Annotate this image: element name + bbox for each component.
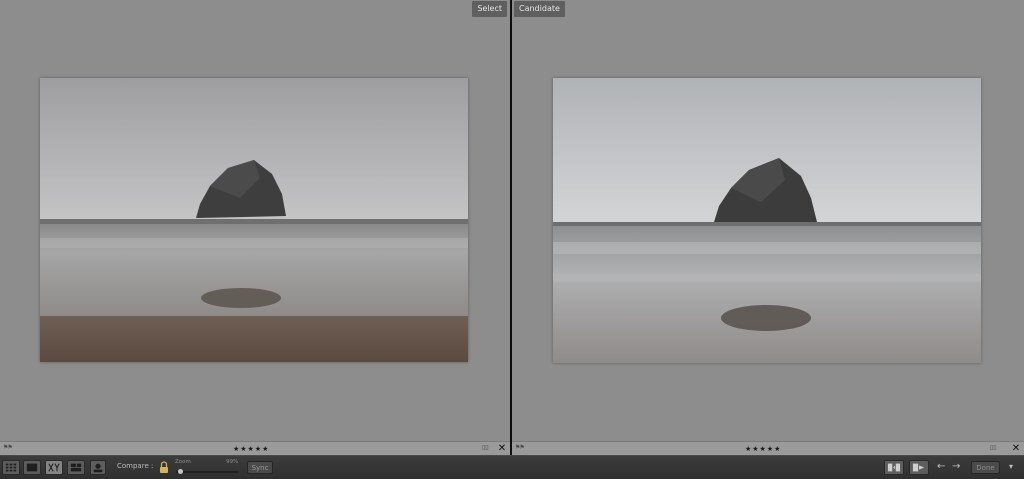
loupe-view-icon[interactable]: [23, 460, 41, 475]
candidate-label: Candidate: [514, 1, 565, 17]
flag-icon[interactable]: ⚑⚑: [515, 444, 525, 451]
select-star-rating[interactable]: ★★★★★: [233, 442, 269, 456]
previous-arrow[interactable]: ←: [937, 461, 945, 472]
candidate-star-rating[interactable]: ★★★★★: [745, 442, 781, 456]
next-arrow[interactable]: →: [952, 461, 960, 472]
select-pane[interactable]: Select: [0, 0, 510, 441]
done-button[interactable]: Done: [971, 461, 1000, 474]
grid-view-icon[interactable]: [2, 460, 20, 475]
zoom-value: 99%: [226, 459, 239, 465]
zoom-slider-handle[interactable]: [177, 469, 183, 474]
select-label: Select: [472, 1, 507, 17]
survey-view-icon[interactable]: [67, 460, 85, 475]
color-label-icon[interactable]: ▯▯: [482, 444, 489, 451]
close-select-button[interactable]: ✕: [495, 442, 509, 456]
color-label-icon[interactable]: ▯▯: [990, 444, 997, 451]
zoom-label: Zoom: [175, 459, 191, 465]
candidate-pane[interactable]: Candidate: [512, 0, 1024, 441]
lock-icon[interactable]: [158, 460, 170, 475]
zoom-slider[interactable]: [176, 471, 238, 473]
swap-icon[interactable]: [884, 460, 904, 475]
make-select-icon[interactable]: [909, 460, 929, 475]
flag-icon[interactable]: ⚑⚑: [3, 444, 13, 451]
select-rating-bar: ⚑⚑ ★★★★★ ▯▯ ✕: [0, 441, 510, 455]
select-photo[interactable]: [40, 78, 468, 362]
compare-view-icon[interactable]: [45, 460, 63, 475]
candidate-rating-bar: ⚑⚑ ★★★★★ ▯▯ ✕: [512, 441, 1024, 455]
close-candidate-button[interactable]: ✕: [1009, 442, 1023, 456]
toolbar-menu-caret[interactable]: ▾: [1009, 462, 1013, 471]
sync-button[interactable]: Sync: [247, 461, 273, 474]
people-view-icon[interactable]: [90, 460, 106, 475]
bottom-toolbar: Compare : Zoom 99% Sync ← → Done ▾: [0, 455, 1024, 479]
candidate-photo[interactable]: [553, 78, 981, 363]
compare-label: Compare :: [117, 462, 154, 470]
